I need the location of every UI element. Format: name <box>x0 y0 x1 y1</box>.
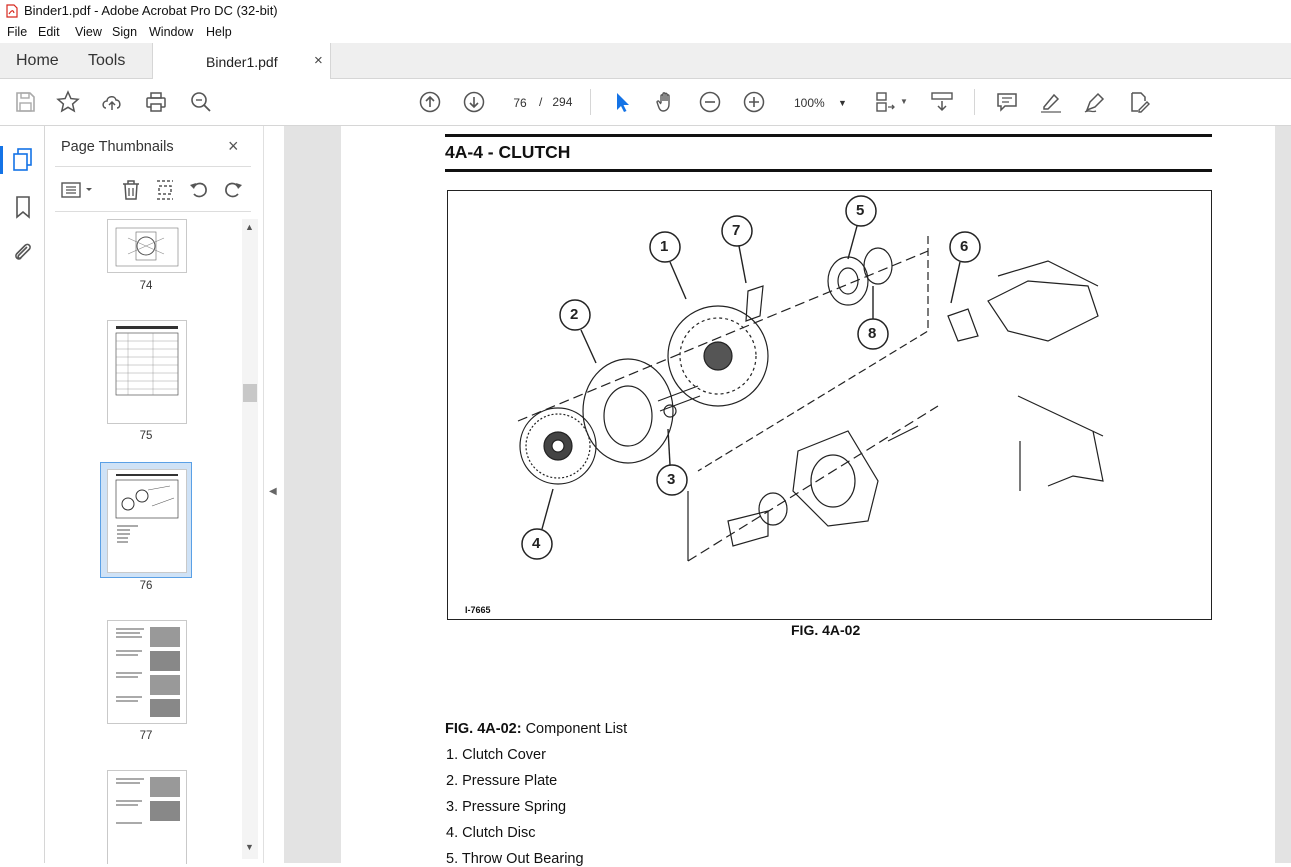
figure-callouts <box>521 195 981 560</box>
scroll-down-icon[interactable]: ▼ <box>245 842 254 852</box>
attachment-icon[interactable] <box>11 240 35 264</box>
thumbnail-label: 74 <box>139 280 153 292</box>
thumbnail-preview <box>115 227 179 267</box>
zoom-level-select[interactable]: 100% ▼ <box>787 92 849 114</box>
thumbnail-label: 77 <box>139 730 153 742</box>
tab-bar: Home Tools Binder1.pdf × <box>0 43 1291 79</box>
page-separator: / <box>539 95 543 109</box>
page-thumbnail-78[interactable] <box>107 770 187 864</box>
menu-bar: File Edit View Sign Window Help <box>0 22 1291 43</box>
component-list-heading-text: Component List <box>521 721 628 737</box>
tab-tools[interactable]: Tools <box>88 52 125 70</box>
thumbnail-preview <box>116 627 180 717</box>
heading-rule-bottom <box>445 169 1212 172</box>
toolbar-divider <box>974 89 975 115</box>
component-list-heading: FIG. 4A-02: Component List <box>445 721 627 737</box>
page-layout-icon[interactable] <box>874 90 898 114</box>
callout-2: 2 <box>570 306 579 323</box>
title-bar: Binder1.pdf - Adobe Acrobat Pro DC (32-b… <box>0 0 1291 22</box>
zoom-level-value: 100% <box>794 96 825 110</box>
callout-6: 6 <box>960 238 969 255</box>
component-list-item: 1. Clutch Cover <box>446 747 546 763</box>
menu-file[interactable]: File <box>7 25 27 39</box>
menu-edit[interactable]: Edit <box>38 25 60 39</box>
panel-divider <box>55 166 251 167</box>
close-tab-icon[interactable]: × <box>314 52 323 69</box>
rotate-clockwise-icon[interactable] <box>221 178 245 202</box>
delete-page-icon[interactable] <box>119 178 143 202</box>
sign-pen-icon[interactable] <box>1083 90 1107 114</box>
heading-rule-top <box>445 134 1212 137</box>
page-count: / 294 <box>539 95 572 109</box>
page-thumbnail-75[interactable] <box>107 320 187 424</box>
zoom-out-icon[interactable] <box>698 90 722 114</box>
panel-divider <box>55 211 251 212</box>
close-panel-icon[interactable]: × <box>228 136 239 157</box>
select-cursor-icon[interactable] <box>610 90 634 114</box>
menu-window[interactable]: Window <box>149 25 193 39</box>
star-icon[interactable] <box>56 90 80 114</box>
callout-1: 1 <box>660 238 669 255</box>
tab-home[interactable]: Home <box>16 52 59 70</box>
total-pages: 294 <box>552 95 573 109</box>
active-rail-indicator <box>0 146 3 174</box>
clutch-exploded-diagram <box>517 195 1104 562</box>
layout-chevron-down-icon[interactable]: ▼ <box>900 97 908 106</box>
component-list-item: 4. Clutch Disc <box>446 825 536 841</box>
scroll-mode-icon[interactable] <box>930 90 954 114</box>
figure-code: I-7665 <box>465 605 491 615</box>
extract-page-icon[interactable] <box>153 178 177 202</box>
chevron-down-icon: ▼ <box>838 98 847 108</box>
callout-8: 8 <box>868 325 877 342</box>
comment-icon[interactable] <box>995 90 1019 114</box>
collapse-panel-icon[interactable]: ◀ <box>269 486 277 497</box>
upload-icon[interactable] <box>100 90 124 114</box>
previous-page-icon[interactable] <box>418 90 442 114</box>
figure-caption: FIG. 4A-02 <box>791 622 861 638</box>
scrollbar-thumb[interactable] <box>243 384 257 402</box>
window-title: Binder1.pdf - Adobe Acrobat Pro DC (32-b… <box>24 3 278 18</box>
tab-document[interactable]: Binder1.pdf × <box>152 43 331 79</box>
print-icon[interactable] <box>144 90 168 114</box>
callout-3: 3 <box>667 471 676 488</box>
thumbnail-label: 76 <box>139 580 153 592</box>
thumbnail-preview <box>115 326 179 396</box>
component-list-item: 5. Throw Out Bearing <box>446 851 584 867</box>
bookmark-icon[interactable] <box>13 195 33 219</box>
page-thumbnail-77[interactable] <box>107 620 187 724</box>
scroll-up-icon[interactable]: ▲ <box>245 222 254 232</box>
search-zoom-icon[interactable] <box>189 90 213 114</box>
panel-title: Page Thumbnails <box>61 139 174 155</box>
thumbnail-options-icon[interactable] <box>60 179 96 201</box>
menu-sign[interactable]: Sign <box>112 25 137 39</box>
callout-7: 7 <box>732 222 741 239</box>
acrobat-logo-icon <box>6 4 18 18</box>
callout-5: 5 <box>856 202 865 219</box>
zoom-in-icon[interactable] <box>742 90 766 114</box>
menu-help[interactable]: Help <box>206 25 232 39</box>
edit-document-icon[interactable] <box>1127 90 1151 114</box>
highlight-pen-icon[interactable] <box>1039 90 1063 114</box>
menu-view[interactable]: View <box>75 25 102 39</box>
page-thumbnails-icon[interactable] <box>11 147 35 173</box>
section-heading: 4A-4 - CLUTCH <box>445 142 571 162</box>
component-list-item: 3. Pressure Spring <box>446 799 567 815</box>
hand-tool-icon[interactable] <box>654 90 678 114</box>
component-list-heading-label: FIG. 4A-02: <box>445 721 522 737</box>
thumbnail-preview <box>115 474 179 543</box>
page-thumbnail-76[interactable] <box>107 469 187 573</box>
thumbnail-preview <box>116 777 180 824</box>
save-icon[interactable] <box>13 90 37 114</box>
next-page-icon[interactable] <box>462 90 486 114</box>
component-list-item: 2. Pressure Plate <box>446 773 558 789</box>
thumbnail-label: 75 <box>139 430 153 442</box>
document-tab-label: Binder1.pdf <box>206 54 278 70</box>
toolbar-divider <box>590 89 591 115</box>
left-rail <box>0 126 45 863</box>
rotate-counterclockwise-icon[interactable] <box>187 178 211 202</box>
callout-4: 4 <box>532 535 541 552</box>
page-number-input[interactable]: 76 <box>506 92 534 114</box>
thumbnail-scrollbar[interactable] <box>242 219 258 859</box>
page-thumbnail-74[interactable] <box>107 219 187 273</box>
